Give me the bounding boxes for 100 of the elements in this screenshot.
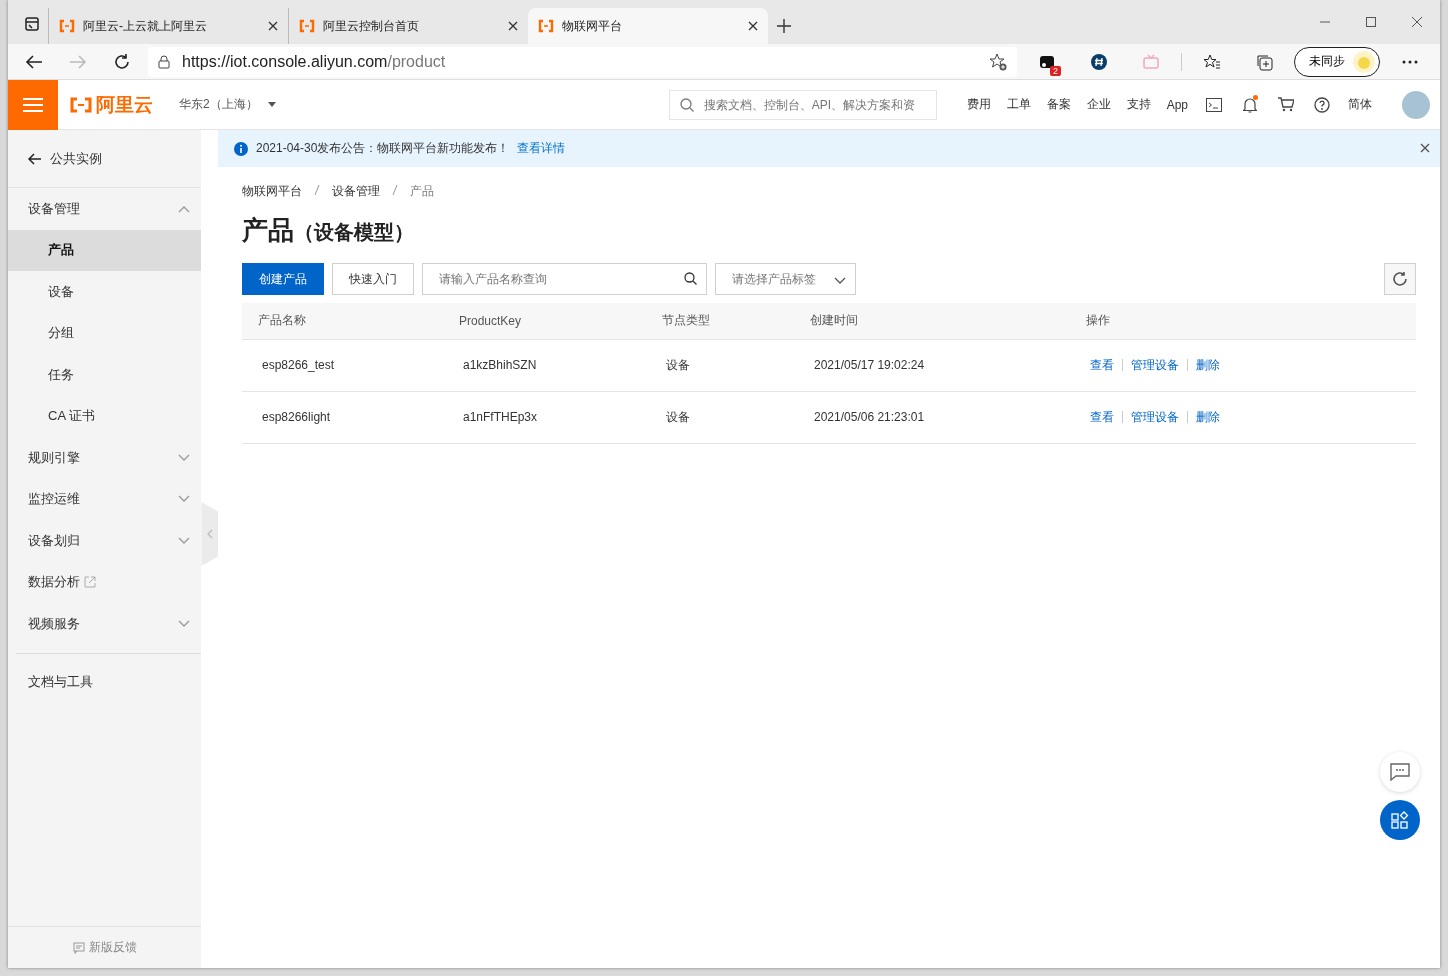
breadcrumb-item[interactable]: 设备管理 (332, 182, 380, 200)
profile-sync-button[interactable]: 未同步 (1294, 46, 1380, 77)
breadcrumb-item[interactable]: 物联网平台 (242, 182, 302, 200)
menu-button[interactable] (8, 79, 58, 130)
column-header: 节点类型 (646, 303, 794, 339)
badge: 2 (1050, 65, 1061, 76)
sidebar-group[interactable]: 视频服务 (8, 603, 202, 645)
table-cell: 2021/05/06 21:23:01 (794, 391, 1070, 443)
address-field[interactable]: https://iot.console.aliyun.com/product (148, 46, 1017, 77)
action-link[interactable]: 删除 (1196, 356, 1220, 374)
apps-icon (1391, 811, 1409, 829)
quickstart-button[interactable]: 快速入门 (332, 263, 414, 295)
chat-icon (1390, 763, 1410, 781)
tab-actions-icon (25, 17, 39, 31)
sidebar-group[interactable]: 监控运维 (8, 478, 202, 520)
sidebar-group[interactable]: 设备管理 (8, 188, 202, 230)
logo-icon (538, 18, 554, 34)
table-cell: esp8266_test (242, 339, 443, 391)
breadcrumb-item: 产品 (410, 182, 434, 200)
table-cell: 设备 (646, 391, 794, 443)
close-icon[interactable] (1420, 142, 1430, 153)
bell-icon (1243, 96, 1257, 113)
chat-button[interactable] (1380, 752, 1420, 792)
header-link[interactable]: 支持 (1118, 89, 1159, 120)
back-arrow-icon (25, 53, 43, 70)
language-link[interactable]: 简体 (1340, 89, 1380, 120)
column-header: 操作 (1070, 303, 1416, 339)
hash-icon (1091, 53, 1107, 70)
close-icon[interactable] (748, 21, 758, 31)
tv-icon (1143, 53, 1159, 70)
chevron-left-icon (206, 529, 213, 539)
table-cell: a1nFfTHEp3x (443, 391, 646, 443)
page-subtitle: （设备模型） (294, 220, 414, 245)
search-field[interactable]: 搜索文档、控制台、API、解决方案和资 (668, 89, 937, 120)
extension-icon (1039, 53, 1055, 70)
product-search-field[interactable]: 请输入产品名称查询 (422, 263, 707, 295)
column-header: ProductKey (443, 303, 646, 339)
feedback-icon (72, 941, 85, 954)
header-link[interactable]: 费用 (958, 89, 999, 120)
browser-tab[interactable]: 物联网平台 (528, 8, 768, 44)
notice-text: 2021-04-30发布公告：物联网平台新功能发布！ (256, 140, 510, 157)
page-title: 产品 (242, 214, 294, 247)
refresh-icon (1392, 271, 1408, 287)
header-link[interactable]: 工单 (998, 89, 1039, 120)
refresh-button[interactable] (1384, 263, 1416, 295)
apps-button[interactable] (1380, 800, 1420, 840)
action-link[interactable]: 查看 (1090, 408, 1114, 426)
info-icon (234, 141, 248, 156)
back-link[interactable]: 公共实例 (8, 130, 202, 188)
action-link[interactable]: 管理设备 (1131, 356, 1179, 374)
action-link[interactable]: 管理设备 (1131, 408, 1179, 426)
sidebar-item[interactable]: 产品 (8, 229, 202, 271)
logo-icon (299, 18, 315, 34)
notice-link[interactable]: 查看详情 (517, 140, 566, 157)
star-add-icon[interactable] (989, 52, 1007, 71)
logo-icon (70, 95, 92, 114)
close-icon[interactable] (508, 21, 518, 31)
forward-arrow-icon (69, 53, 87, 70)
action-link[interactable]: 删除 (1196, 408, 1220, 426)
caret-icon (267, 102, 276, 107)
menu-icon (23, 96, 43, 113)
sidebar-item[interactable]: 分组 (8, 312, 202, 354)
slash-separator-icon (314, 183, 320, 196)
logo-icon (59, 18, 75, 34)
header-link[interactable]: 企业 (1078, 89, 1119, 120)
lock-icon (158, 54, 170, 69)
region-selector[interactable]: 华东2（上海） (179, 96, 276, 113)
profile-avatar-icon (1353, 50, 1375, 73)
action-link[interactable]: 查看 (1090, 356, 1114, 374)
plus-icon (777, 19, 791, 33)
reload-icon (113, 52, 131, 71)
table-cell: 2021/05/17 19:02:24 (794, 339, 1070, 391)
header-link[interactable]: 备案 (1038, 89, 1079, 120)
external-link-icon (84, 576, 96, 589)
sidebar-link[interactable]: 数据分析 (28, 573, 96, 592)
close-icon[interactable] (268, 21, 278, 31)
header-link[interactable]: App (1158, 89, 1196, 120)
favorites-icon (1203, 53, 1221, 70)
sidebar-group[interactable]: 设备划归 (8, 520, 202, 562)
help-icon (1314, 96, 1330, 113)
sidebar-group[interactable]: 规则引擎 (8, 437, 202, 479)
tag-select[interactable]: 请选择产品标签 (715, 263, 856, 295)
terminal-icon (1206, 97, 1222, 112)
create-product-button[interactable]: 创建产品 (242, 263, 324, 295)
sidebar-item[interactable]: 设备 (8, 271, 202, 313)
collections-icon (1255, 52, 1273, 71)
table-cell: esp8266light (242, 391, 443, 443)
sidebar-item[interactable]: 任务 (8, 354, 202, 396)
column-header: 创建时间 (794, 303, 1070, 339)
search-icon (684, 272, 697, 285)
more-icon (1402, 59, 1418, 64)
table-cell: a1kzBhihSZN (443, 339, 646, 391)
sidebar-link[interactable]: 文档与工具 (8, 661, 202, 703)
extension-button[interactable]: 2 (1025, 45, 1069, 78)
close-icon[interactable] (1411, 16, 1423, 28)
maximize-icon[interactable] (1365, 16, 1377, 28)
cart-icon (1278, 97, 1294, 112)
sidebar-item[interactable]: CA 证书 (8, 395, 202, 437)
column-header: 产品名称 (242, 303, 443, 339)
slash-separator-icon (392, 183, 398, 196)
